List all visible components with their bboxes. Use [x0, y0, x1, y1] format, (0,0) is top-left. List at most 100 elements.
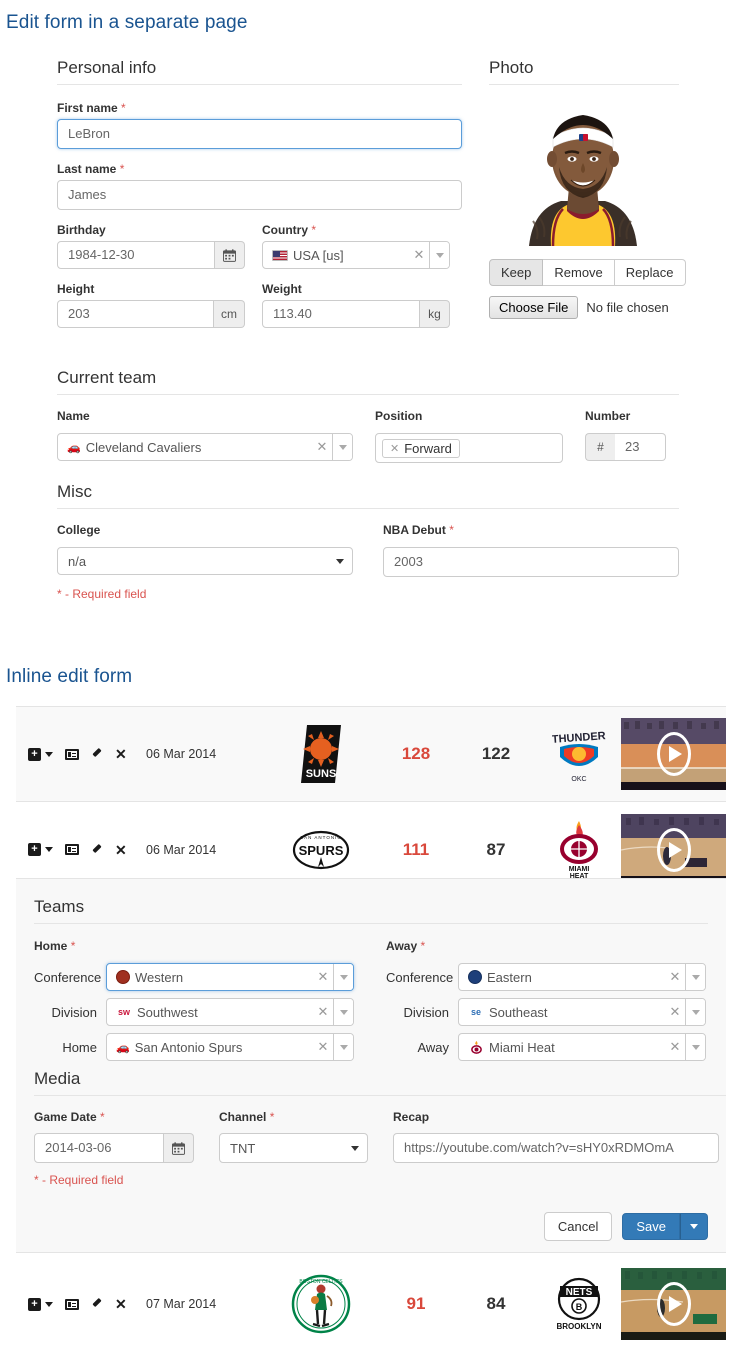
college-select[interactable]: n/a — [57, 547, 353, 575]
play-icon[interactable] — [656, 1282, 691, 1326]
edit-pencil-icon[interactable] — [91, 844, 103, 856]
games-table-continued: + ✕ 07 Mar 2014 BOSTON CELTICS 91 84 NET… — [16, 1256, 726, 1352]
remove-photo-button[interactable]: Remove — [543, 259, 615, 286]
game-video-thumbnail[interactable] — [621, 1268, 726, 1340]
edit-pencil-icon[interactable] — [91, 1298, 103, 1310]
country-select[interactable]: USA [us] ✕ — [262, 241, 450, 269]
game-date: 06 Mar 2014 — [146, 842, 217, 857]
save-button[interactable]: Save — [622, 1213, 680, 1240]
delete-x-icon[interactable]: ✕ — [115, 747, 127, 761]
svg-text:NETS: NETS — [565, 1287, 592, 1298]
away-division-dropdown-arrow[interactable] — [685, 999, 705, 1025]
add-icon[interactable]: + — [28, 747, 53, 761]
delete-x-icon[interactable]: ✕ — [115, 1297, 127, 1311]
first-name-input[interactable]: LeBron — [57, 119, 462, 149]
svg-text:SUNS: SUNS — [306, 768, 337, 780]
away-group: Away * Conference Eastern ✕ Division se … — [386, 939, 726, 1068]
channel-select[interactable]: TNT — [219, 1133, 368, 1163]
edit-pencil-icon[interactable] — [91, 748, 103, 760]
video-cell[interactable] — [621, 1268, 726, 1340]
home-team-dropdown-arrow[interactable] — [333, 1034, 353, 1060]
car-icon: 🚗 — [116, 1041, 130, 1054]
calendar-icon[interactable] — [215, 241, 245, 269]
home-division-dropdown-arrow[interactable] — [333, 999, 353, 1025]
media-fieldset: Media Game Date * 2014-03-06 Channel * T… — [34, 1069, 726, 1187]
home-division-clear-icon[interactable]: ✕ — [313, 999, 333, 1025]
token-remove-icon[interactable]: ✕ — [390, 442, 399, 455]
home-conference-row: Conference Western ✕ — [34, 963, 382, 991]
away-division-select[interactable]: se Southeast ✕ — [458, 998, 706, 1026]
table-row[interactable]: + ✕ 07 Mar 2014 BOSTON CELTICS 91 84 NET… — [16, 1256, 726, 1352]
home-conference-label: Conference — [34, 969, 102, 985]
away-team-logo-nets: NETS B BROOKLYN — [536, 1275, 621, 1333]
away-conference-clear-icon[interactable]: ✕ — [665, 964, 685, 990]
calendar-icon[interactable] — [164, 1133, 194, 1163]
video-cell[interactable] — [621, 718, 726, 790]
college-field: College n/a — [57, 523, 353, 577]
number-label: Number — [585, 409, 631, 423]
choose-file-button[interactable]: Choose File — [489, 296, 579, 319]
replace-photo-button[interactable]: Replace — [614, 259, 686, 286]
home-conference-select[interactable]: Western ✕ — [106, 963, 354, 991]
nba-debut-input[interactable]: 2003 — [383, 547, 679, 577]
team-name-select[interactable]: 🚗 Cleveland Cavaliers ✕ — [57, 433, 353, 461]
row-actions: + ✕ — [16, 843, 146, 857]
away-score: 87 — [486, 839, 506, 859]
home-team-logo-suns: SUNS — [266, 723, 376, 785]
add-icon[interactable]: + — [28, 1297, 53, 1311]
keep-photo-button[interactable]: Keep — [489, 259, 544, 286]
file-picker: Choose File No file chosen — [489, 296, 679, 319]
away-team-clear-icon[interactable]: ✕ — [665, 1034, 685, 1060]
details-icon[interactable] — [65, 1298, 79, 1310]
team-name-label: Name — [57, 409, 90, 423]
svg-text:BOSTON CELTICS: BOSTON CELTICS — [299, 1279, 343, 1285]
video-cell[interactable] — [621, 813, 726, 886]
away-team-logo-heat: MIAMI HEAT — [536, 819, 621, 881]
country-dropdown-arrow[interactable] — [429, 242, 449, 268]
home-team-select[interactable]: 🚗 San Antonio Spurs ✕ — [106, 1033, 354, 1061]
team-name-clear-icon[interactable]: ✕ — [312, 434, 332, 460]
nba-debut-label: NBA Debut * — [383, 523, 454, 537]
team-name-dropdown-arrow[interactable] — [332, 434, 352, 460]
position-label: Position — [375, 409, 423, 423]
away-team-select[interactable]: Miami Heat ✕ — [458, 1033, 706, 1061]
channel-label: Channel * — [219, 1110, 275, 1124]
add-icon[interactable]: + — [28, 843, 53, 856]
save-dropdown-button[interactable] — [680, 1213, 708, 1240]
height-input[interactable]: 203 — [57, 300, 214, 328]
home-conference-dropdown-arrow[interactable] — [333, 964, 353, 990]
weight-input[interactable]: 113.40 — [262, 300, 420, 328]
delete-x-icon[interactable]: ✕ — [115, 843, 127, 857]
table-row[interactable]: + ✕ 06 Mar 2014 SUNS 128 122 THUNDER OKC — [16, 706, 726, 802]
position-tokenfield[interactable]: ✕ Forward — [375, 433, 563, 463]
cancel-button[interactable]: Cancel — [543, 1212, 613, 1241]
game-date-input[interactable]: 2014-03-06 — [34, 1133, 164, 1163]
number-input[interactable]: 23 — [615, 433, 666, 461]
recap-input[interactable]: https://youtube.com/watch?v=sHY0xRDMOmA — [393, 1133, 719, 1163]
away-conference-dropdown-arrow[interactable] — [685, 964, 705, 990]
recap-label: Recap — [393, 1110, 430, 1124]
teams-legend: Teams — [34, 897, 708, 924]
home-division-select[interactable]: sw Southwest ✕ — [106, 998, 354, 1026]
play-icon[interactable] — [656, 732, 691, 776]
game-date: 06 Mar 2014 — [146, 747, 217, 761]
games-table: + ✕ 06 Mar 2014 SUNS 128 122 THUNDER OKC… — [16, 706, 726, 898]
home-team-clear-icon[interactable]: ✕ — [313, 1034, 333, 1060]
away-conference-select[interactable]: Eastern ✕ — [458, 963, 706, 991]
away-division-clear-icon[interactable]: ✕ — [665, 999, 685, 1025]
away-division-row: Division se Southeast ✕ — [386, 998, 726, 1026]
svg-text:SAN ANTONIO: SAN ANTONIO — [300, 835, 342, 840]
birthday-input[interactable]: 1984-12-30 — [57, 241, 215, 269]
play-icon[interactable] — [656, 827, 691, 872]
position-token[interactable]: ✕ Forward — [382, 438, 460, 458]
game-video-thumbnail[interactable] — [621, 813, 726, 886]
details-icon[interactable] — [65, 748, 79, 760]
details-icon[interactable] — [65, 844, 79, 855]
away-team-dropdown-arrow[interactable] — [685, 1034, 705, 1060]
home-score: 111 — [402, 839, 430, 859]
country-clear-icon[interactable]: ✕ — [409, 242, 429, 268]
home-conference-clear-icon[interactable]: ✕ — [313, 964, 333, 990]
last-name-input[interactable]: James — [57, 180, 462, 210]
svg-text:BROOKLYN: BROOKLYN — [556, 1322, 601, 1331]
game-video-thumbnail[interactable] — [621, 718, 726, 790]
